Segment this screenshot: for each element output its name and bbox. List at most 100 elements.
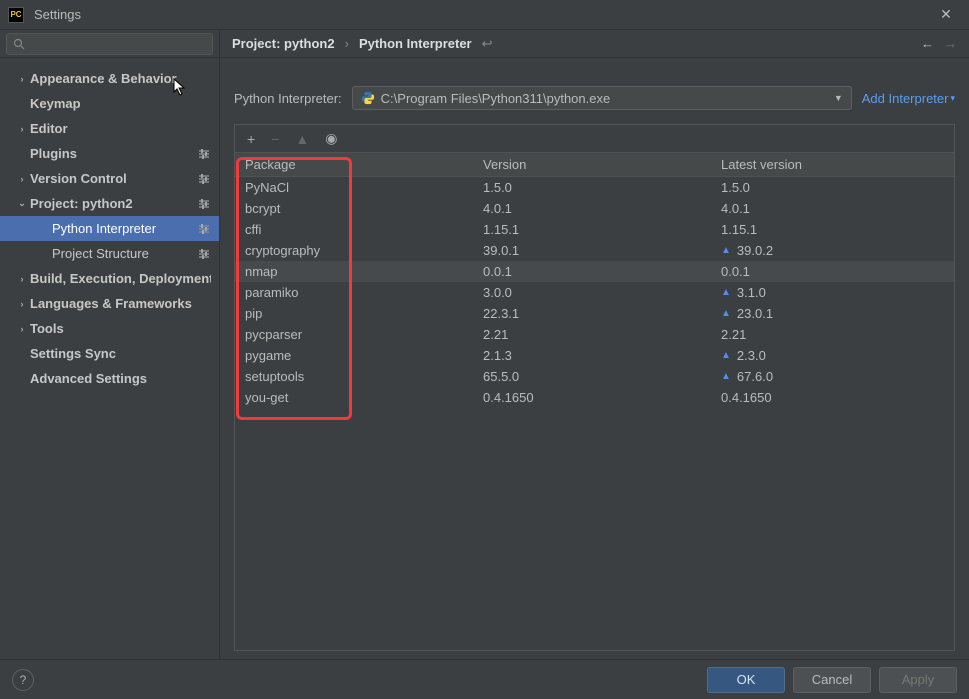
chevron-icon: › <box>14 174 30 184</box>
table-row[interactable]: you-get0.4.16500.4.1650 <box>235 387 954 408</box>
chevron-right-icon: › <box>345 36 349 51</box>
tree-item-languages-frameworks[interactable]: ›Languages & Frameworks <box>0 291 219 316</box>
tree-item-settings-sync[interactable]: ›Settings Sync <box>0 341 219 366</box>
cell-latest: ▲2.3.0 <box>711 348 954 363</box>
cell-package: paramiko <box>235 285 477 300</box>
cell-latest: 1.5.0 <box>711 180 954 195</box>
cell-version: 39.0.1 <box>477 243 711 258</box>
tree-item-label: Tools <box>30 321 211 336</box>
table-row[interactable]: pip22.3.1▲23.0.1 <box>235 303 954 324</box>
dialog-footer: ? OK Cancel Apply <box>0 659 969 699</box>
tree-item-editor[interactable]: ›Editor <box>0 116 219 141</box>
cell-package: setuptools <box>235 369 477 384</box>
pycharm-icon: PC <box>8 7 24 23</box>
chevron-icon: › <box>14 124 30 134</box>
add-interpreter-link[interactable]: Add Interpreter▾ <box>862 91 955 106</box>
packages-panel: + − ▲ ◉ Package Version Latest version P… <box>234 124 955 651</box>
tree-item-appearance-behavior[interactable]: ›Appearance & Behavior <box>0 66 219 91</box>
settings-search[interactable] <box>6 33 213 55</box>
table-row[interactable]: nmap0.0.10.0.1 <box>235 261 954 282</box>
header-row: Project: python2 › Python Interpreter ↩ … <box>0 30 969 58</box>
cell-version: 1.5.0 <box>477 180 711 195</box>
help-button[interactable]: ? <box>12 669 34 691</box>
tree-item-plugins[interactable]: ›Plugins <box>0 141 219 166</box>
tree-item-advanced-settings[interactable]: ›Advanced Settings <box>0 366 219 391</box>
cell-version: 0.0.1 <box>477 264 711 279</box>
show-early-releases-icon[interactable]: ◉ <box>325 130 337 147</box>
interpreter-dropdown[interactable]: C:\Program Files\Python311\python.exe ▼ <box>352 86 852 110</box>
table-row[interactable]: cffi1.15.11.15.1 <box>235 219 954 240</box>
chevron-icon: › <box>14 299 30 309</box>
forward-icon: → <box>944 36 957 51</box>
apply-button: Apply <box>879 667 957 693</box>
cell-latest: ▲39.0.2 <box>711 243 954 258</box>
table-row[interactable]: paramiko3.0.0▲3.1.0 <box>235 282 954 303</box>
cell-version: 3.0.0 <box>477 285 711 300</box>
packages-table[interactable]: Package Version Latest version PyNaCl1.5… <box>235 153 954 650</box>
add-package-icon[interactable]: + <box>247 131 255 147</box>
tree-item-project-python2[interactable]: ⌄Project: python2 <box>0 191 219 216</box>
cell-package: bcrypt <box>235 201 477 216</box>
interpreter-path: C:\Program Files\Python311\python.exe <box>381 91 828 106</box>
tree-item-keymap[interactable]: ›Keymap <box>0 91 219 116</box>
settings-tree[interactable]: ›Appearance & Behavior›Keymap›Editor›Plu… <box>0 58 220 659</box>
col-latest[interactable]: Latest version <box>711 157 954 172</box>
chevron-icon: › <box>14 324 30 334</box>
cell-version: 2.21 <box>477 327 711 342</box>
tree-item-label: Editor <box>30 121 211 136</box>
tree-item-label: Python Interpreter <box>52 221 193 236</box>
cancel-button[interactable]: Cancel <box>793 667 871 693</box>
packages-toolbar: + − ▲ ◉ <box>235 125 954 153</box>
tree-item-label: Project: python2 <box>30 196 193 211</box>
table-row[interactable]: pycparser2.212.21 <box>235 324 954 345</box>
cell-version: 2.1.3 <box>477 348 711 363</box>
back-icon[interactable]: ← <box>921 36 934 51</box>
main-panel: Python Interpreter: C:\Program Files\Pyt… <box>220 58 969 659</box>
table-row[interactable]: bcrypt4.0.14.0.1 <box>235 198 954 219</box>
col-package[interactable]: Package <box>235 157 477 172</box>
cell-latest: 0.4.1650 <box>711 390 954 405</box>
tree-item-label: Build, Execution, Deployment <box>30 271 211 286</box>
tree-item-label: Keymap <box>30 96 211 111</box>
upgrade-package-icon: ▲ <box>295 131 309 147</box>
titlebar: PC Settings ✕ <box>0 0 969 30</box>
cell-package: pip <box>235 306 477 321</box>
col-version[interactable]: Version <box>477 157 711 172</box>
table-row[interactable]: setuptools65.5.0▲67.6.0 <box>235 366 954 387</box>
breadcrumb: Project: python2 › Python Interpreter ↩ … <box>220 30 969 57</box>
breadcrumb-page: Python Interpreter <box>359 36 472 51</box>
tree-item-project-structure[interactable]: ›Project Structure <box>0 241 219 266</box>
tree-item-label: Settings Sync <box>30 346 211 361</box>
chevron-icon: › <box>14 74 30 84</box>
update-available-icon: ▲ <box>721 371 731 382</box>
reset-icon[interactable]: ↩ <box>482 36 493 52</box>
tree-item-tools[interactable]: ›Tools <box>0 316 219 341</box>
tree-item-label: Project Structure <box>52 246 193 261</box>
cell-version: 22.3.1 <box>477 306 711 321</box>
tree-item-label: Languages & Frameworks <box>30 296 211 311</box>
ok-button[interactable]: OK <box>707 667 785 693</box>
tree-item-label: Advanced Settings <box>30 371 211 386</box>
tree-item-python-interpreter[interactable]: ›Python Interpreter <box>0 216 219 241</box>
cell-version: 65.5.0 <box>477 369 711 384</box>
cell-package: you-get <box>235 390 477 405</box>
table-row[interactable]: PyNaCl1.5.01.5.0 <box>235 177 954 198</box>
chevron-down-icon: ▼ <box>834 93 843 103</box>
cell-package: pygame <box>235 348 477 363</box>
cell-package: pycparser <box>235 327 477 342</box>
cell-version: 0.4.1650 <box>477 390 711 405</box>
table-row[interactable]: cryptography39.0.1▲39.0.2 <box>235 240 954 261</box>
close-icon[interactable]: ✕ <box>931 6 961 23</box>
cell-version: 4.0.1 <box>477 201 711 216</box>
cell-package: cryptography <box>235 243 477 258</box>
search-input[interactable] <box>29 37 206 51</box>
update-available-icon: ▲ <box>721 245 731 256</box>
update-available-icon: ▲ <box>721 350 731 361</box>
tree-item-label: Plugins <box>30 146 193 161</box>
tree-item-build-execution-deployment[interactable]: ›Build, Execution, Deployment <box>0 266 219 291</box>
table-header: Package Version Latest version <box>235 153 954 177</box>
table-row[interactable]: pygame2.1.3▲2.3.0 <box>235 345 954 366</box>
tree-item-version-control[interactable]: ›Version Control <box>0 166 219 191</box>
remove-package-icon: − <box>271 131 279 147</box>
cell-latest: 0.0.1 <box>711 264 954 279</box>
